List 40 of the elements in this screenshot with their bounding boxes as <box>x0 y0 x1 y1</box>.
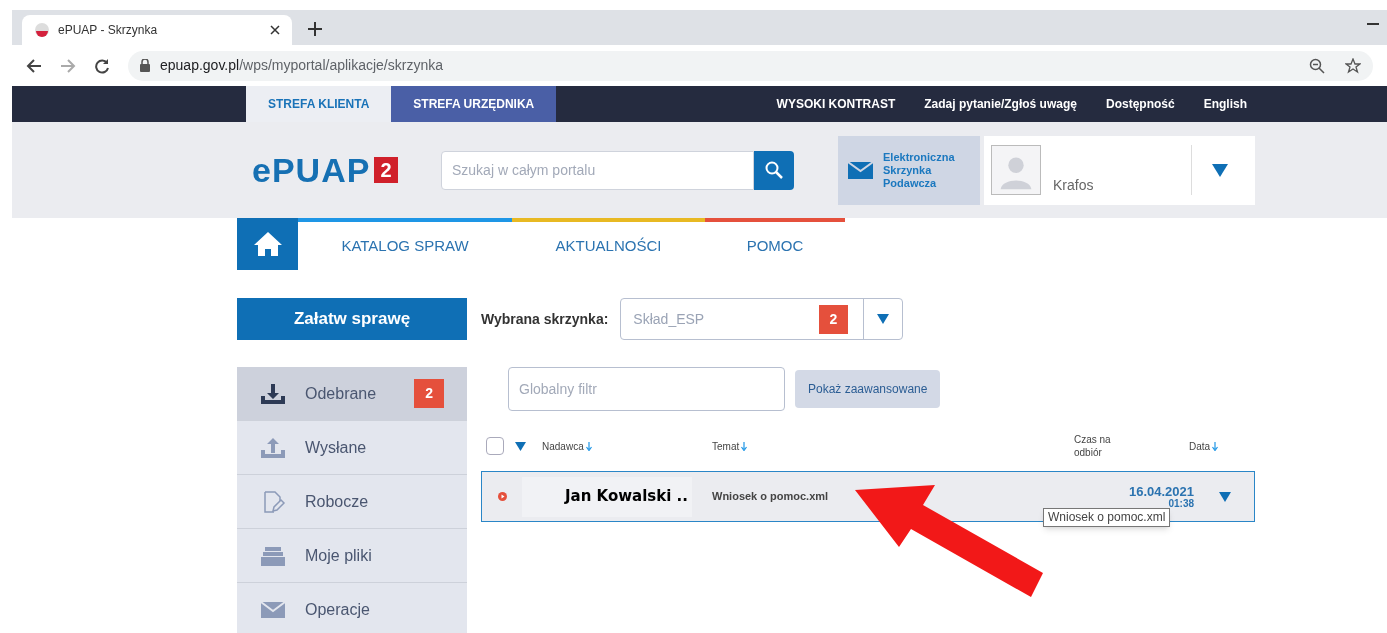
inbox-link[interactable]: Elektroniczna Skrzynka Podawcza <box>838 135 980 205</box>
nav-link[interactable]: AKTUALNOŚCI <box>512 218 705 270</box>
nav-link[interactable]: POMOC <box>705 218 845 270</box>
browser-tab[interactable]: ePUAP - Skrzynka <box>22 15 292 45</box>
time-cell: 01:38 <box>1168 498 1194 509</box>
tooltip: Wniosek o pomoc.xml <box>1043 508 1171 527</box>
user-name: Krafos <box>1053 175 1095 195</box>
sidebar-item[interactable]: Operacje <box>237 583 467 633</box>
logo-text[interactable]: ePUAP <box>252 153 371 187</box>
nav-link[interactable]: KATALOG SPRAW <box>298 218 512 270</box>
top-link[interactable]: English <box>1203 95 1247 113</box>
url-text: epuap.gov.pl/wps/myportal/aplikacje/skrzynka <box>160 56 444 75</box>
date-cell: 16.04.2021 <box>1128 484 1194 499</box>
sender-cell: Jan Kowalski .. <box>522 476 692 517</box>
count-badge: 2 <box>818 304 849 334</box>
column-header[interactable]: Temat <box>712 438 740 454</box>
count-badge: 2 <box>414 379 444 408</box>
filter-field[interactable]: Globalny filtr <box>508 367 785 411</box>
zone-tab[interactable]: STREFA URZĘDNIKA <box>391 86 557 122</box>
zone-tab[interactable]: STREFA KLIENTA <box>246 86 392 122</box>
user-panel[interactable]: Krafos <box>984 135 1255 205</box>
sidebar-item[interactable]: Moje pliki <box>237 529 467 583</box>
top-link[interactable]: Dostępność <box>1105 95 1175 113</box>
top-link[interactable]: Zadaj pytanie/Zgłoś uwagę <box>924 95 1077 113</box>
mailbox-select[interactable]: Skład_ESP 2 <box>620 298 904 340</box>
sidebar-item[interactable]: Robocze <box>237 475 467 529</box>
address-bar[interactable]: epuap.gov.pl/wps/myportal/aplikacje/skrzynka <box>128 50 1373 81</box>
advanced-button[interactable]: Pokaż zaawansowane <box>795 370 941 408</box>
column-header[interactable]: Czas na odbiór <box>1074 433 1124 459</box>
top-link[interactable]: WYSOKI KONTRAST <box>776 95 896 113</box>
search-field[interactable]: Szukaj w całym portalu <box>441 150 754 190</box>
logo-badge: 2 <box>374 157 398 183</box>
action-button[interactable]: Załatw sprawę <box>237 298 467 340</box>
sidebar-item[interactable]: Wysłane <box>237 421 467 475</box>
column-header[interactable]: Nadawca <box>542 438 584 454</box>
subject-cell-text: Wniosek o pomoc.xml <box>712 489 830 505</box>
tab-title: ePUAP - Skrzynka <box>58 22 159 39</box>
sidebar-item[interactable]: Odebrane 2 <box>237 367 467 421</box>
column-header[interactable]: Data <box>1189 438 1211 454</box>
mailbox-label: Wybrana skrzynka: <box>481 309 609 329</box>
